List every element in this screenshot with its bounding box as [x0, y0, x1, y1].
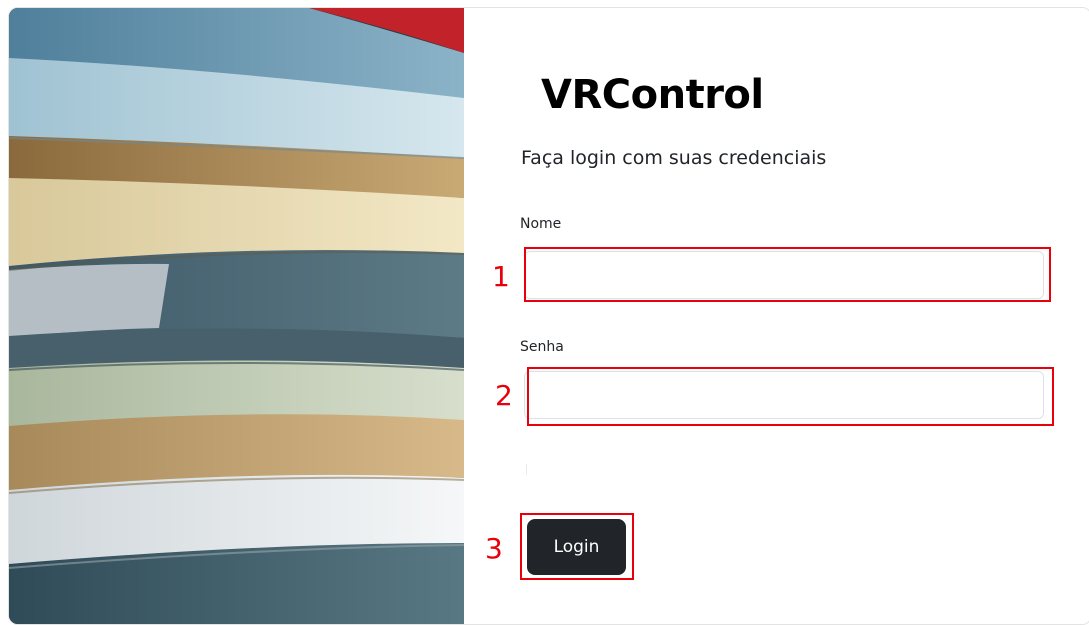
nome-input[interactable] — [524, 251, 1044, 299]
senha-input[interactable] — [524, 371, 1044, 419]
step-number-2: 2 — [495, 379, 513, 412]
login-card: VRControl Faça login com suas credenciai… — [8, 7, 1089, 625]
login-button[interactable]: Login — [527, 519, 626, 575]
divider-mark — [526, 464, 527, 475]
login-form-panel: VRControl Faça login com suas credenciai… — [464, 8, 1089, 624]
app-title: VRControl — [541, 72, 764, 118]
senha-label: Senha — [520, 339, 564, 355]
folded-clothes-illustration — [9, 8, 464, 624]
step-number-3: 3 — [485, 532, 503, 565]
login-subtitle: Faça login com suas credenciais — [521, 147, 827, 169]
folded-clothes-photo — [9, 8, 464, 624]
step-number-1: 1 — [492, 260, 510, 293]
nome-label: Nome — [520, 216, 562, 232]
